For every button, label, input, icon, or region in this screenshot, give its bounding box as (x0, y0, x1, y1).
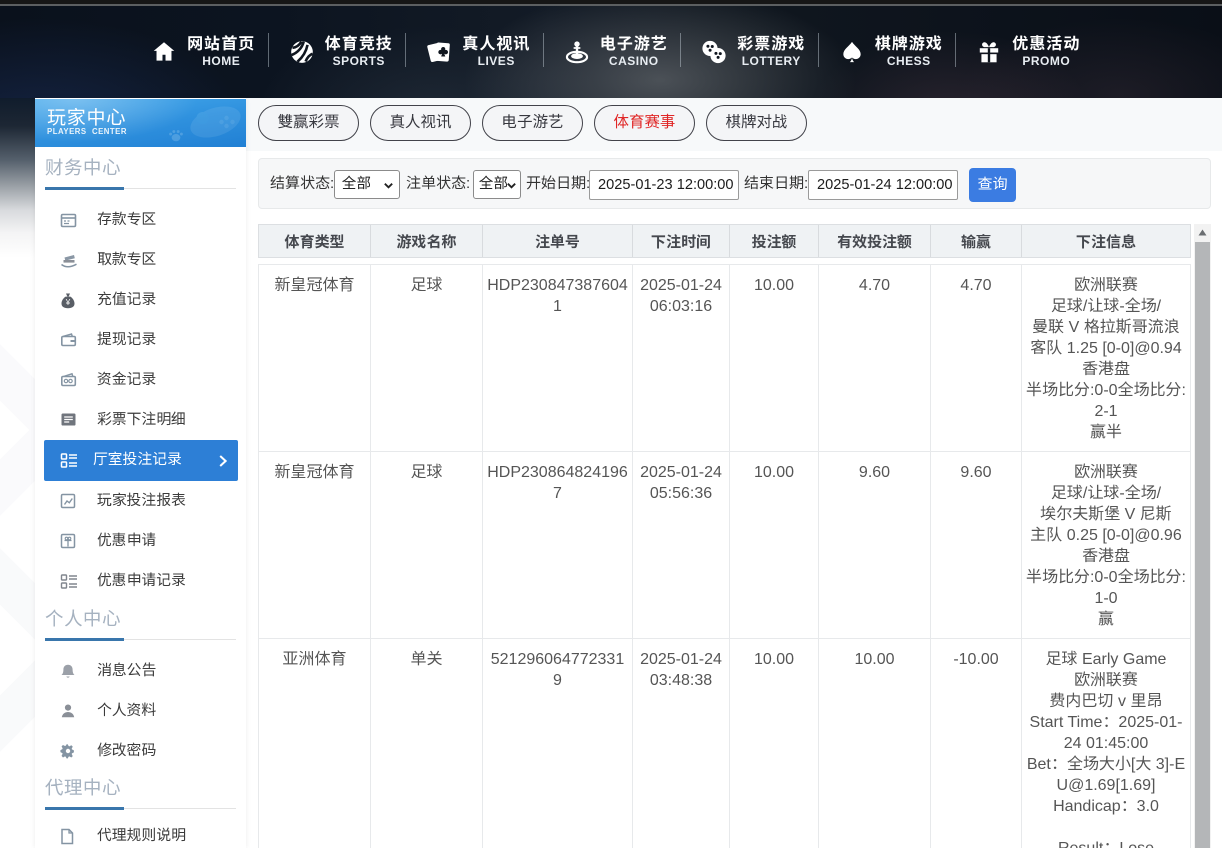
svg-text:¥: ¥ (65, 298, 71, 307)
